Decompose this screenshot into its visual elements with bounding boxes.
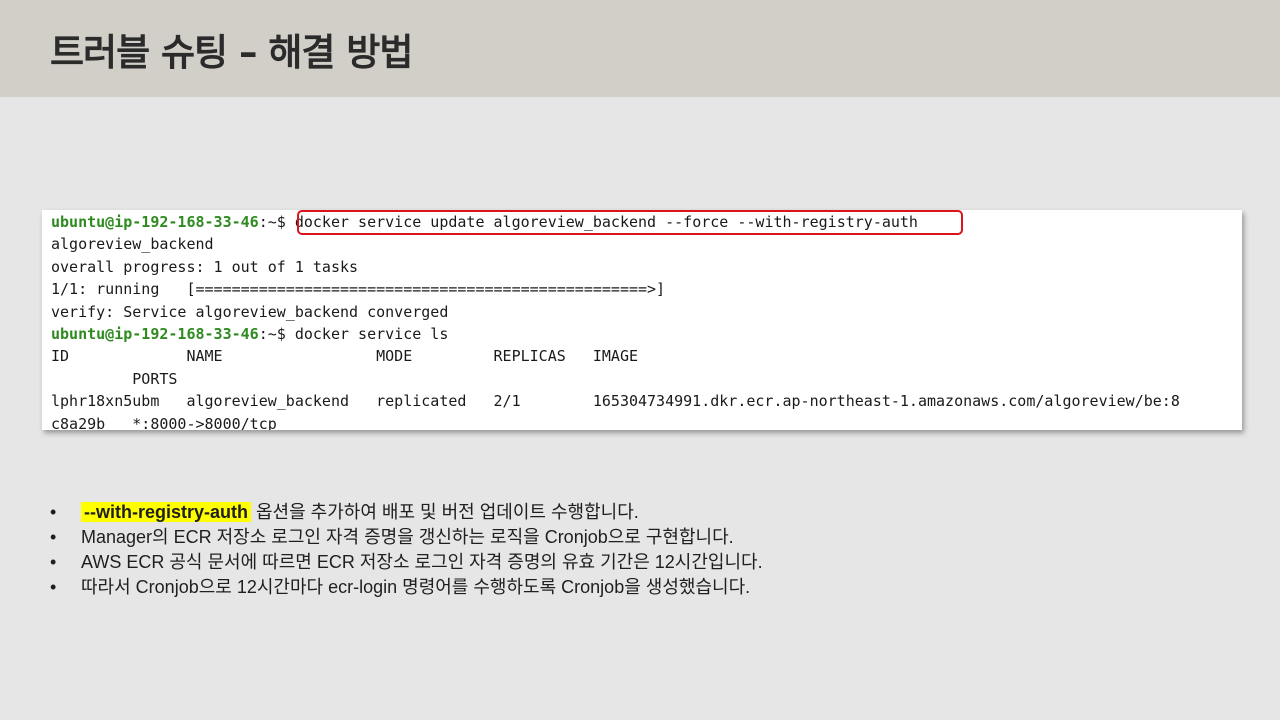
bullet-item: • 따라서 Cronjob으로 12시간마다 ecr-login 명령어를 수행하… [50, 575, 763, 600]
prompt-user-host: ubuntu@ip-192-168-33-46 [51, 324, 259, 343]
bullet-marker: • [50, 502, 57, 522]
command-highlight-box [297, 210, 963, 235]
service-table-header-wrap: PORTS [51, 369, 178, 388]
terminal-line-output: 1/1: running [==========================… [51, 280, 666, 299]
bullet-text: 옵션을 추가하여 배포 및 버전 업데이트 수행합니다. [251, 502, 639, 522]
command-text: docker service ls [294, 324, 449, 343]
bullet-list: • --with-registry-auth 옵션을 추가하여 배포 및 버전 업… [50, 500, 763, 600]
registry-auth-flag-highlight: --with-registry-auth [81, 502, 251, 522]
bullet-marker: • [50, 527, 57, 547]
bullet-text: 따라서 Cronjob으로 12시간마다 ecr-login 명령어를 수행하도… [81, 577, 751, 597]
terminal-line-command-2: ubuntu@ip-192-168-33-46:~$ docker servic… [51, 323, 1180, 345]
terminal-line-output: overall progress: 1 out of 1 tasks [51, 257, 359, 276]
bullet-item: • Manager의 ECR 저장소 로그인 자격 증명을 갱신하는 로직을 Cr… [50, 525, 763, 550]
service-table-row-wrap: c8a29b *:8000->8000/tcp [51, 414, 277, 430]
bullet-marker: • [50, 577, 57, 597]
terminal-line-output: algoreview_backend [51, 235, 214, 254]
terminal-output: ubuntu@ip-192-168-33-46:~$ docker servic… [51, 211, 1180, 430]
bullet-text: AWS ECR 공식 문서에 따르면 ECR 저장소 로그인 자격 증명의 유효… [81, 552, 763, 572]
slide-header: 트러블 슈팅 – 해결 방법 [0, 0, 1280, 97]
prompt-suffix: :~$ [258, 324, 295, 343]
bullet-text: Manager의 ECR 저장소 로그인 자격 증명을 갱신하는 로직을 Cro… [81, 527, 734, 547]
bullet-item: • --with-registry-auth 옵션을 추가하여 배포 및 버전 업… [50, 500, 763, 525]
page-title: 트러블 슈팅 – 해결 방법 [50, 31, 413, 74]
bullet-marker: • [50, 552, 57, 572]
terminal-screenshot: ubuntu@ip-192-168-33-46:~$ docker servic… [42, 210, 1242, 430]
prompt-user-host: ubuntu@ip-192-168-33-46 [51, 213, 259, 231]
service-table-header: ID NAME MODE REPLICAS IMAGE [51, 347, 638, 366]
terminal-line-output: verify: Service algoreview_backend conve… [51, 302, 449, 321]
prompt-suffix: :~$ [258, 213, 295, 231]
bullet-item: • AWS ECR 공식 문서에 따르면 ECR 저장소 로그인 자격 증명의 유… [50, 550, 763, 575]
service-table-row: lphr18xn5ubm algoreview_backend replicat… [51, 392, 1180, 411]
